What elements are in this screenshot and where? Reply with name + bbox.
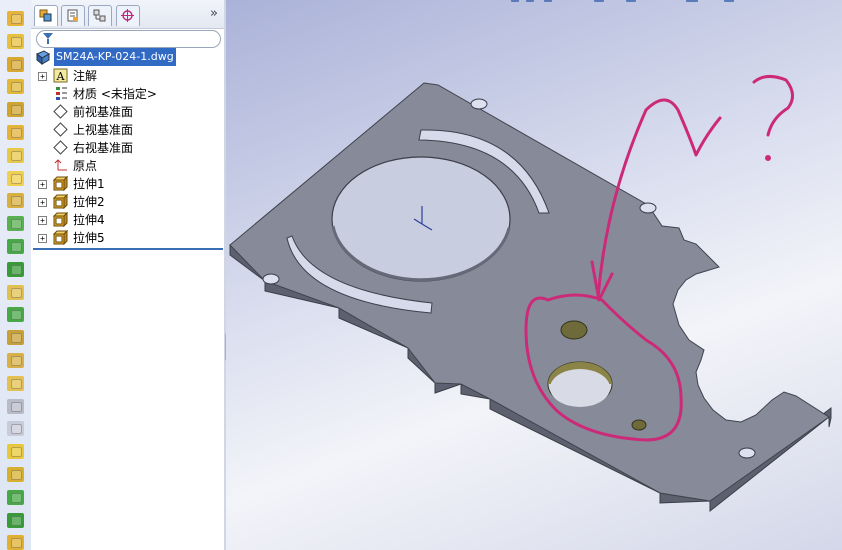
move-face-icon[interactable] — [7, 512, 24, 528]
tree-item[interactable]: 材质 <未指定> — [31, 85, 224, 103]
swept-boss-icon[interactable] — [7, 56, 24, 72]
instant3d-icon[interactable] — [7, 421, 24, 437]
tree-item-label: 上视基准面 — [73, 123, 134, 137]
draft-icon[interactable] — [7, 239, 24, 254]
split-line-icon[interactable] — [7, 535, 24, 550]
tree-item-label: 拉伸2 — [73, 195, 105, 209]
hole-wizard-icon[interactable] — [7, 284, 24, 300]
tree-item[interactable]: 原点 — [31, 157, 224, 175]
tree-item-label: 材质 <未指定> — [73, 87, 157, 101]
mount-hole[interactable] — [738, 447, 756, 459]
revolved-cut-icon[interactable] — [7, 125, 24, 140]
tree-item-label: 拉伸1 — [73, 177, 105, 191]
tree-item-label: 注解 — [73, 69, 98, 83]
part-icon — [36, 50, 50, 65]
collapse-panel-button[interactable]: » — [210, 7, 218, 20]
shell-icon[interactable] — [7, 216, 24, 232]
expand-toggle[interactable]: + — [38, 180, 47, 189]
part-name: SM24A-KP-024-1.dwg — [54, 48, 176, 66]
svg-text:A: A — [56, 70, 66, 83]
plane-icon — [53, 140, 68, 155]
plane-icon — [53, 122, 68, 137]
feature-manager-tab[interactable] — [34, 5, 58, 26]
extrude-icon — [52, 211, 69, 228]
extrude-icon — [52, 193, 69, 210]
crosshair-icon — [121, 9, 134, 22]
model-view[interactable] — [226, 0, 842, 550]
sheet-metal-icon[interactable] — [7, 444, 24, 460]
tree-item[interactable]: + 拉伸2 — [31, 193, 224, 211]
lofted-boss-icon[interactable] — [7, 79, 24, 95]
tree-item[interactable]: + A 注解 — [31, 67, 224, 85]
rib-icon[interactable] — [7, 193, 24, 209]
tree-item-label: 原点 — [73, 159, 98, 173]
weldment-icon[interactable] — [7, 467, 24, 482]
circular-pattern-icon[interactable] — [7, 330, 24, 346]
expand-toggle[interactable]: + — [38, 216, 47, 225]
tiny-hole[interactable] — [631, 419, 647, 431]
small-hole[interactable] — [560, 320, 588, 340]
rollback-bar[interactable] — [33, 248, 223, 250]
reference-geometry-icon[interactable] — [7, 375, 24, 391]
property-manager-tab[interactable] — [61, 5, 85, 26]
command-toolbar — [0, 0, 32, 550]
sheet-metal-part[interactable] — [229, 82, 832, 513]
extrude-icon — [52, 175, 69, 192]
mount-hole[interactable] — [262, 273, 280, 285]
tree-item-label: 前视基准面 — [73, 105, 134, 119]
tree-item[interactable]: + 拉伸4 — [31, 211, 224, 229]
tree-item[interactable]: 前视基准面 — [31, 103, 224, 121]
origin-icon — [53, 158, 68, 173]
tree-filter-input[interactable] — [36, 30, 221, 48]
tree-item[interactable]: 右视基准面 — [31, 139, 224, 157]
configuration-icon — [93, 9, 106, 22]
extrude-icon — [52, 229, 69, 246]
tree-item[interactable]: + 拉伸1 — [31, 175, 224, 193]
extruded-boss-icon[interactable] — [7, 11, 24, 26]
tree-root[interactable]: SM24A-KP-024-1.dwg — [31, 48, 224, 66]
curves-icon[interactable] — [7, 398, 24, 414]
panel-tab-bar: » — [31, 0, 224, 29]
filter-icon — [43, 33, 53, 44]
chamfer-icon[interactable] — [7, 170, 24, 186]
plane-icon — [53, 104, 68, 119]
graphics-viewport[interactable] — [226, 0, 842, 550]
configuration-manager-tab[interactable] — [88, 5, 112, 26]
mount-hole[interactable] — [470, 98, 488, 110]
feature-manager-panel: » SM24A-KP-024-1.dwg + A 注解材质 <未指定> 前视基准面上视… — [31, 0, 225, 550]
dimxpert-tab[interactable] — [116, 5, 140, 26]
heads-up-toolbar[interactable] — [511, 0, 734, 2]
annotations-icon: A — [53, 68, 68, 83]
mirror-icon[interactable] — [7, 353, 24, 368]
fillet-icon[interactable] — [7, 147, 24, 163]
revolved-boss-icon[interactable] — [7, 33, 24, 49]
dome-icon[interactable] — [7, 261, 24, 277]
expand-toggle[interactable]: + — [38, 198, 47, 207]
extruded-cut-icon[interactable] — [7, 102, 24, 118]
linear-pattern-icon[interactable] — [7, 307, 24, 323]
expand-toggle[interactable]: + — [38, 234, 47, 243]
tree-item-label: 拉伸5 — [73, 231, 105, 245]
expand-toggle[interactable]: + — [38, 72, 47, 81]
tree-item[interactable]: 上视基准面 — [31, 121, 224, 139]
tree-item-label: 拉伸4 — [73, 213, 105, 227]
plate-top-face[interactable] — [229, 82, 830, 502]
tree-item[interactable]: + 拉伸5 — [31, 229, 224, 247]
mount-hole[interactable] — [639, 202, 657, 214]
feature-tree-icon — [39, 9, 52, 22]
material-icon — [53, 86, 68, 101]
mold-tools-icon[interactable] — [7, 489, 24, 505]
property-icon — [67, 9, 78, 22]
tree-item-label: 右视基准面 — [73, 141, 134, 155]
